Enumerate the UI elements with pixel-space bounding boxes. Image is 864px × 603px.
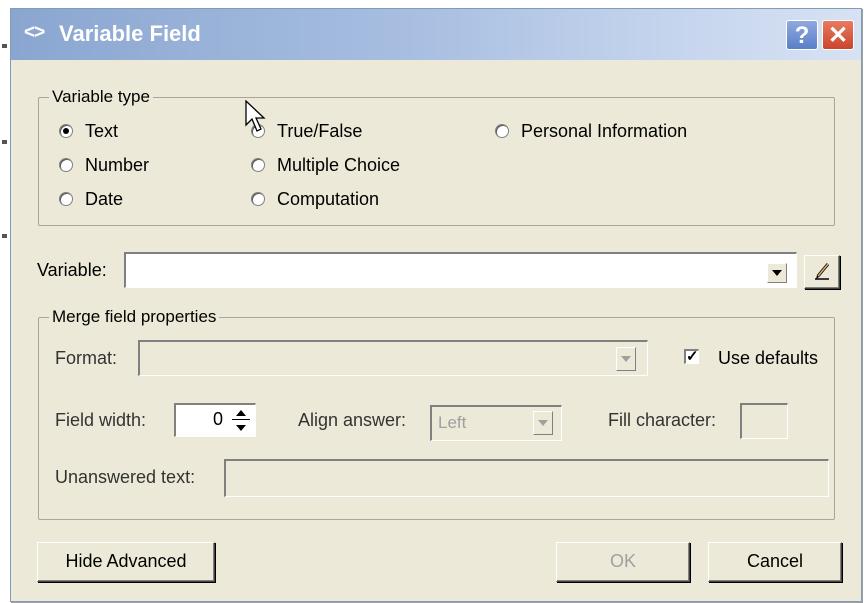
edit-variable-button[interactable]: [804, 255, 840, 289]
radio-number-label: Number: [85, 154, 150, 175]
chevron-down-icon: [538, 420, 548, 426]
align-answer-dropdown-button[interactable]: [533, 411, 553, 435]
radio-icon: [59, 158, 73, 172]
radio-computation[interactable]: Computation: [251, 187, 379, 211]
fill-character-field[interactable]: [740, 403, 788, 439]
ok-label: OK: [609, 551, 636, 571]
radio-true-false[interactable]: True/False: [251, 119, 362, 143]
unanswered-text-field[interactable]: [224, 459, 829, 497]
radio-date[interactable]: Date: [59, 187, 123, 211]
variable-label: Variable:: [37, 260, 107, 280]
arrow-down-icon: [236, 424, 246, 431]
background-fragment: [2, 234, 7, 238]
close-icon: ✕: [827, 22, 849, 49]
cancel-button[interactable]: Cancel: [708, 542, 842, 582]
use-defaults-label: Use defaults: [718, 348, 819, 368]
align-answer-label: Align answer:: [298, 410, 407, 430]
variable-type-legend: Variable type: [49, 87, 153, 107]
hide-advanced-button[interactable]: Hide Advanced: [37, 542, 215, 582]
radio-icon: [251, 158, 265, 172]
help-icon: ?: [794, 22, 810, 49]
radio-multiple-choice-label: Multiple Choice: [277, 154, 401, 175]
pencil-icon: [815, 263, 830, 280]
radio-computation-label: Computation: [277, 188, 380, 209]
format-dropdown-button[interactable]: [616, 347, 636, 371]
field-width-value: 0: [212, 409, 223, 429]
hide-advanced-label: Hide Advanced: [65, 551, 187, 571]
chevron-down-icon: [621, 356, 631, 362]
radio-date-label: Date: [85, 188, 124, 209]
merge-field-legend: Merge field properties: [49, 307, 220, 327]
radio-number[interactable]: Number: [59, 153, 149, 177]
app-icon: <>: [24, 22, 45, 43]
radio-true-false-label: True/False: [277, 120, 363, 141]
radio-text-label: Text: [85, 120, 119, 141]
background-fragment: [2, 44, 7, 48]
cancel-label: Cancel: [746, 551, 804, 571]
radio-personal-information[interactable]: Personal Information: [495, 119, 687, 143]
format-combobox[interactable]: [138, 340, 648, 376]
background-window-edge: [0, 0, 10, 603]
use-defaults-checkbox[interactable]: ✓: [684, 349, 699, 364]
spin-down-button[interactable]: [231, 420, 251, 435]
variable-dropdown-button[interactable]: [767, 263, 787, 283]
variable-type-group: [38, 97, 835, 226]
format-label: Format:: [55, 348, 118, 368]
mouse-pointer-icon: [245, 100, 266, 132]
ok-button[interactable]: OK: [556, 542, 690, 582]
variable-combobox[interactable]: [124, 252, 797, 288]
radio-personal-information-label: Personal Information: [521, 120, 688, 141]
background-fragment: [2, 140, 7, 144]
check-icon: ✓: [686, 348, 699, 365]
help-button[interactable]: ?: [786, 20, 818, 50]
radio-text[interactable]: Text: [59, 119, 118, 143]
arrow-up-icon: [236, 409, 246, 416]
spin-up-button[interactable]: [231, 405, 251, 420]
radio-selected-icon: [59, 124, 73, 138]
radio-icon: [495, 124, 509, 138]
radio-multiple-choice[interactable]: Multiple Choice: [251, 153, 400, 177]
chevron-down-icon: [772, 270, 782, 276]
field-width-label: Field width:: [55, 410, 147, 430]
align-answer-value: Left: [438, 413, 467, 432]
radio-icon: [251, 192, 265, 206]
title-bar[interactable]: <> Variable Field ? ✕: [11, 9, 861, 60]
field-width-spin-buttons[interactable]: [231, 405, 251, 435]
fill-character-label: Fill character:: [608, 410, 717, 430]
radio-icon: [59, 192, 73, 206]
unanswered-text-label: Unanswered text:: [55, 467, 196, 487]
variable-field-dialog: <> Variable Field ? ✕ Variable type Text…: [10, 8, 862, 602]
close-button[interactable]: ✕: [822, 20, 854, 50]
dialog-title: Variable Field: [59, 21, 201, 46]
